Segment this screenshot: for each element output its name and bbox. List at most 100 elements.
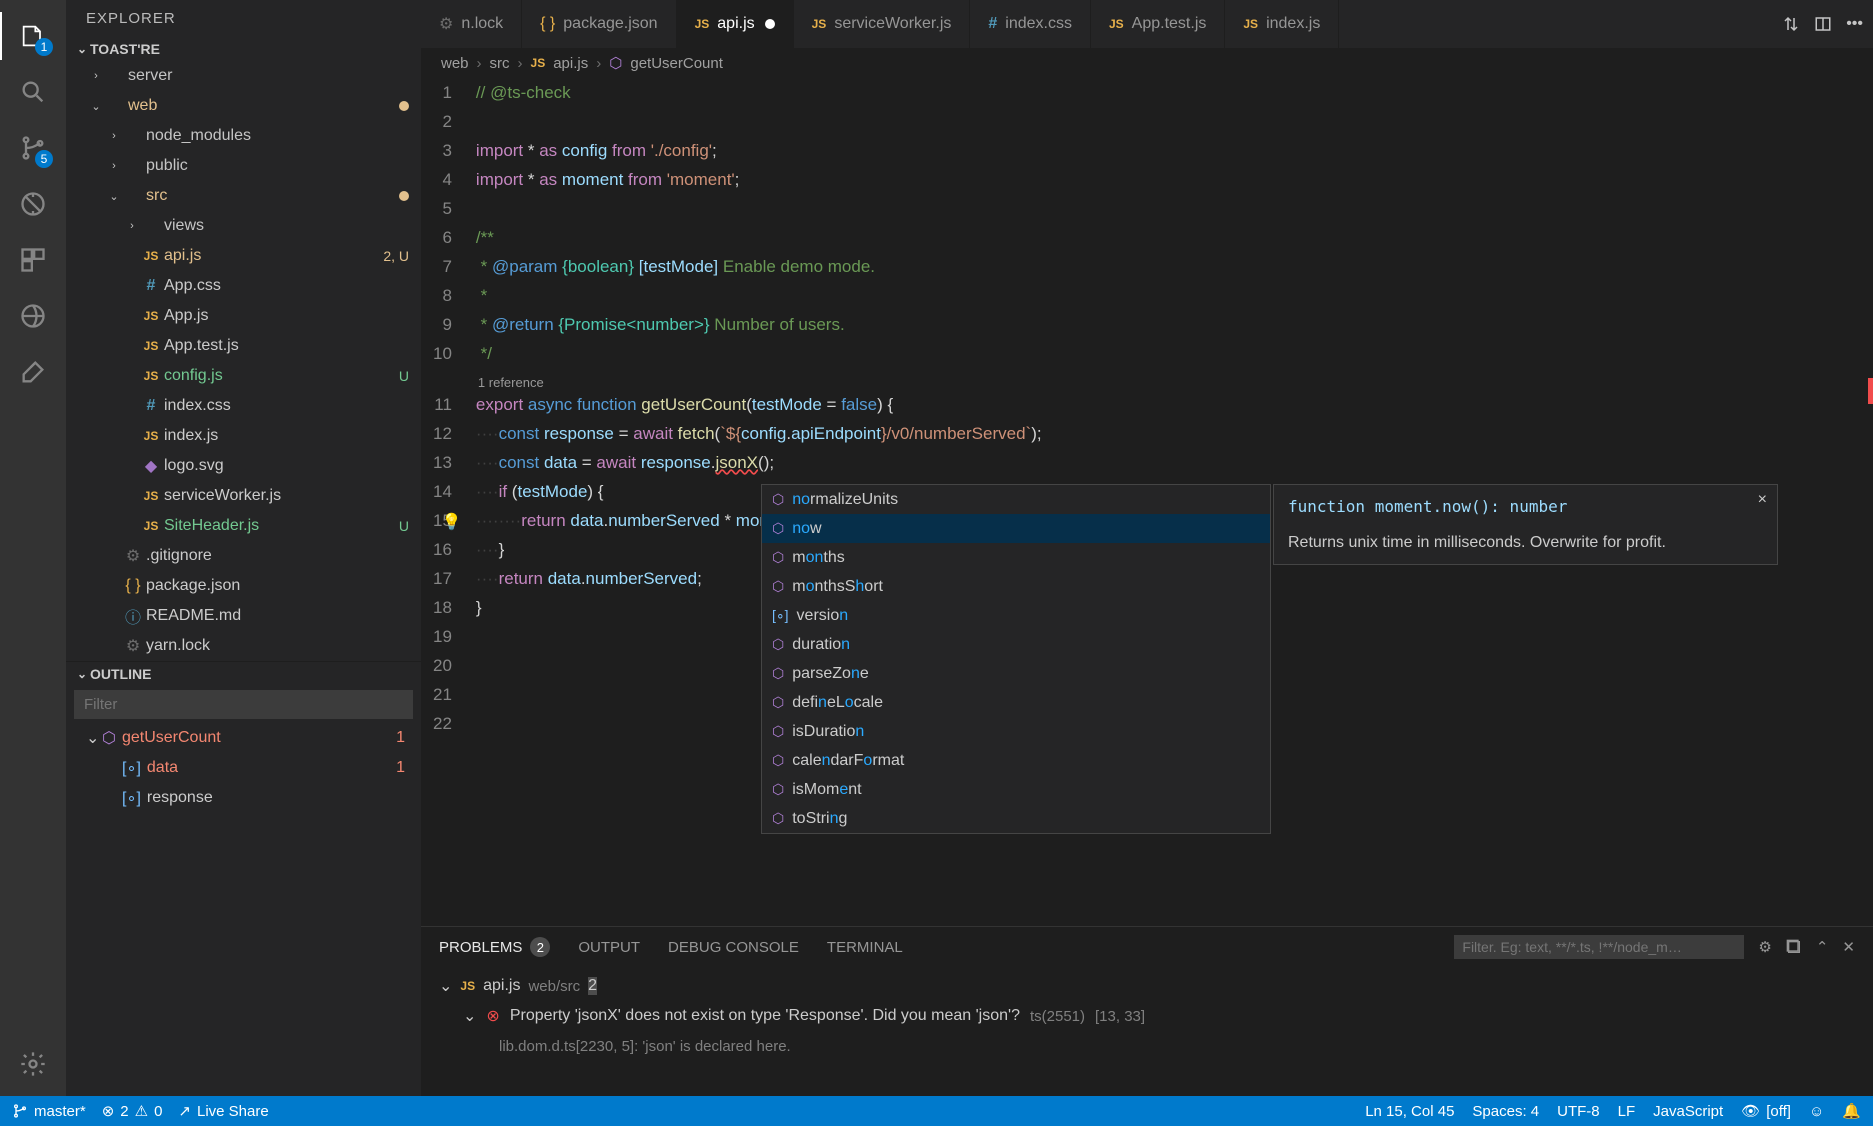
outline-item[interactable]: ⌄⬡getUserCount1	[66, 723, 421, 753]
git-branch[interactable]: master*	[12, 1103, 86, 1120]
suggest-item[interactable]: [∘]version	[762, 601, 1270, 630]
project-section-header[interactable]: ⌄ TOAST'RE	[66, 37, 421, 61]
js-icon: JS	[460, 979, 475, 993]
suggest-item[interactable]: ⬡duration	[762, 630, 1270, 659]
indentation[interactable]: Spaces: 4	[1472, 1103, 1539, 1120]
outline-section: ⌄ OUTLINE ⌄⬡getUserCount1[∘]data1[∘]resp…	[66, 661, 421, 813]
file-item[interactable]: JSSiteHeader.jsU	[66, 511, 421, 541]
problem-location: [13, 33]	[1095, 1008, 1145, 1025]
breadcrumb-item[interactable]: api.js	[553, 55, 588, 72]
panel-tab[interactable]: PROBLEMS2	[439, 937, 550, 957]
suggest-item[interactable]: ⬡toString	[762, 804, 1270, 833]
panel-tab[interactable]: OUTPUT	[578, 939, 640, 956]
settings-icon[interactable]	[9, 1040, 57, 1088]
chevron-up-icon[interactable]: ⌃	[1816, 938, 1829, 956]
share-icon: ↗	[178, 1102, 191, 1120]
file-item[interactable]: ⚙yarn.lock	[66, 631, 421, 661]
explorer-icon[interactable]: 1	[9, 12, 57, 60]
editor-tab[interactable]: #index.css	[970, 0, 1091, 48]
suggest-item[interactable]: ⬡calendarFormat	[762, 746, 1270, 775]
file-item[interactable]: ◆logo.svg	[66, 451, 421, 481]
editor-tab[interactable]: JSindex.js	[1225, 0, 1339, 48]
compare-icon[interactable]	[1782, 15, 1800, 33]
outline-header[interactable]: ⌄ OUTLINE	[66, 662, 421, 686]
suggest-item[interactable]: ⬡isMoment	[762, 775, 1270, 804]
close-icon[interactable]: ×	[1758, 491, 1767, 509]
suggest-item[interactable]: ⬡normalizeUnits	[762, 485, 1270, 514]
folder-item[interactable]: ⌄web	[66, 91, 421, 121]
line-gutter: 12345678910111213141516171819202122	[421, 78, 476, 926]
codelens[interactable]: 1 reference	[476, 368, 1873, 390]
file-item[interactable]: ⚙.gitignore	[66, 541, 421, 571]
feedback[interactable]: 👁[off]	[1741, 1102, 1791, 1120]
file-item[interactable]: JSindex.js	[66, 421, 421, 451]
file-item[interactable]: JSconfig.jsU	[66, 361, 421, 391]
suggest-item[interactable]: ⬡monthsShort	[762, 572, 1270, 601]
folder-item[interactable]: ›public	[66, 151, 421, 181]
split-editor-icon[interactable]	[1814, 15, 1832, 33]
file-item[interactable]: #App.css	[66, 271, 421, 301]
eye-icon: 👁	[1741, 1102, 1760, 1120]
encoding[interactable]: UTF-8	[1557, 1103, 1600, 1120]
filter-settings-icon[interactable]: ⚙	[1758, 938, 1771, 956]
file-item[interactable]: #index.css	[66, 391, 421, 421]
cursor-position[interactable]: Ln 15, Col 45	[1365, 1103, 1454, 1120]
suggest-item[interactable]: ⬡months	[762, 543, 1270, 572]
editor-tab[interactable]: ⚙n.lock	[421, 0, 522, 48]
breadcrumb-item[interactable]: web	[441, 55, 469, 72]
problem-related-row[interactable]: lib.dom.d.ts[2230, 5]: 'json' is declare…	[439, 1031, 1855, 1061]
suggest-item[interactable]: ⬡parseZone	[762, 659, 1270, 688]
problems-status[interactable]: ⊗2 ⚠0	[102, 1102, 163, 1120]
more-icon[interactable]: •••	[1846, 15, 1863, 33]
editor-tab[interactable]: JSapi.js	[677, 0, 794, 48]
file-item[interactable]: ⓘREADME.md	[66, 601, 421, 631]
intellisense-popup[interactable]: ⬡normalizeUnits⬡now⬡months⬡monthsShort[∘…	[761, 484, 1271, 834]
search-icon[interactable]	[9, 68, 57, 116]
panel-tab[interactable]: TERMINAL	[827, 939, 903, 956]
outline-item[interactable]: [∘]data1	[66, 753, 421, 783]
problem-row[interactable]: ⌄ ⊗ Property 'jsonX' does not exist on t…	[439, 1001, 1855, 1031]
suggest-item[interactable]: ⬡defineLocale	[762, 688, 1270, 717]
minimap-error-marker[interactable]	[1868, 378, 1873, 404]
smile-icon[interactable]: ☺	[1809, 1103, 1824, 1120]
folder-item[interactable]: ⌄src	[66, 181, 421, 211]
folder-item[interactable]: ›server	[66, 61, 421, 91]
intellisense-doc: × function moment.now(): number Returns …	[1273, 484, 1778, 565]
source-control-icon[interactable]: 5	[9, 124, 57, 172]
panel-tab[interactable]: DEBUG CONSOLE	[668, 939, 799, 956]
folder-item[interactable]: ›node_modules	[66, 121, 421, 151]
file-item[interactable]: { }package.json	[66, 571, 421, 601]
debug-icon[interactable]	[9, 180, 57, 228]
folder-item[interactable]: ›views	[66, 211, 421, 241]
language-mode[interactable]: JavaScript	[1653, 1103, 1723, 1120]
remote-icon[interactable]	[9, 292, 57, 340]
close-panel-icon[interactable]: ✕	[1842, 938, 1855, 956]
editor-tab[interactable]: { }package.json	[522, 0, 676, 48]
share-icon[interactable]	[9, 348, 57, 396]
doc-description: Returns unix time in milliseconds. Overw…	[1288, 534, 1763, 552]
problem-file-row[interactable]: ⌄ JS api.js web/src 2	[439, 971, 1855, 1001]
collapse-icon[interactable]	[1786, 939, 1802, 955]
live-share[interactable]: ↗Live Share	[178, 1102, 268, 1120]
editor-tab[interactable]: JSserviceWorker.js	[794, 0, 971, 48]
file-item[interactable]: JSapi.js2, U	[66, 241, 421, 271]
bell-icon[interactable]: 🔔	[1842, 1102, 1861, 1120]
outline-item[interactable]: [∘]response	[66, 783, 421, 813]
breadcrumb-item[interactable]: getUserCount	[630, 55, 723, 72]
breadcrumbs[interactable]: web › src › JS api.js › ⬡ getUserCount	[421, 48, 1873, 78]
extensions-icon[interactable]	[9, 236, 57, 284]
problems-filter-input[interactable]	[1454, 935, 1744, 959]
chevron-down-icon: ⌄	[74, 42, 90, 56]
file-item[interactable]: JSApp.test.js	[66, 331, 421, 361]
outline-filter-input[interactable]	[74, 690, 413, 719]
editor-tab[interactable]: JSApp.test.js	[1091, 0, 1225, 48]
breadcrumb-item[interactable]: src	[490, 55, 510, 72]
lightbulb-icon[interactable]: 💡	[442, 508, 462, 537]
file-item[interactable]: JSserviceWorker.js	[66, 481, 421, 511]
file-item[interactable]: JSApp.js	[66, 301, 421, 331]
suggest-item[interactable]: ⬡now	[762, 514, 1270, 543]
warning-icon: ⚠	[135, 1102, 148, 1120]
suggest-item[interactable]: ⬡isDuration	[762, 717, 1270, 746]
problem-file-name: api.js	[483, 977, 520, 995]
eol[interactable]: LF	[1618, 1103, 1636, 1120]
